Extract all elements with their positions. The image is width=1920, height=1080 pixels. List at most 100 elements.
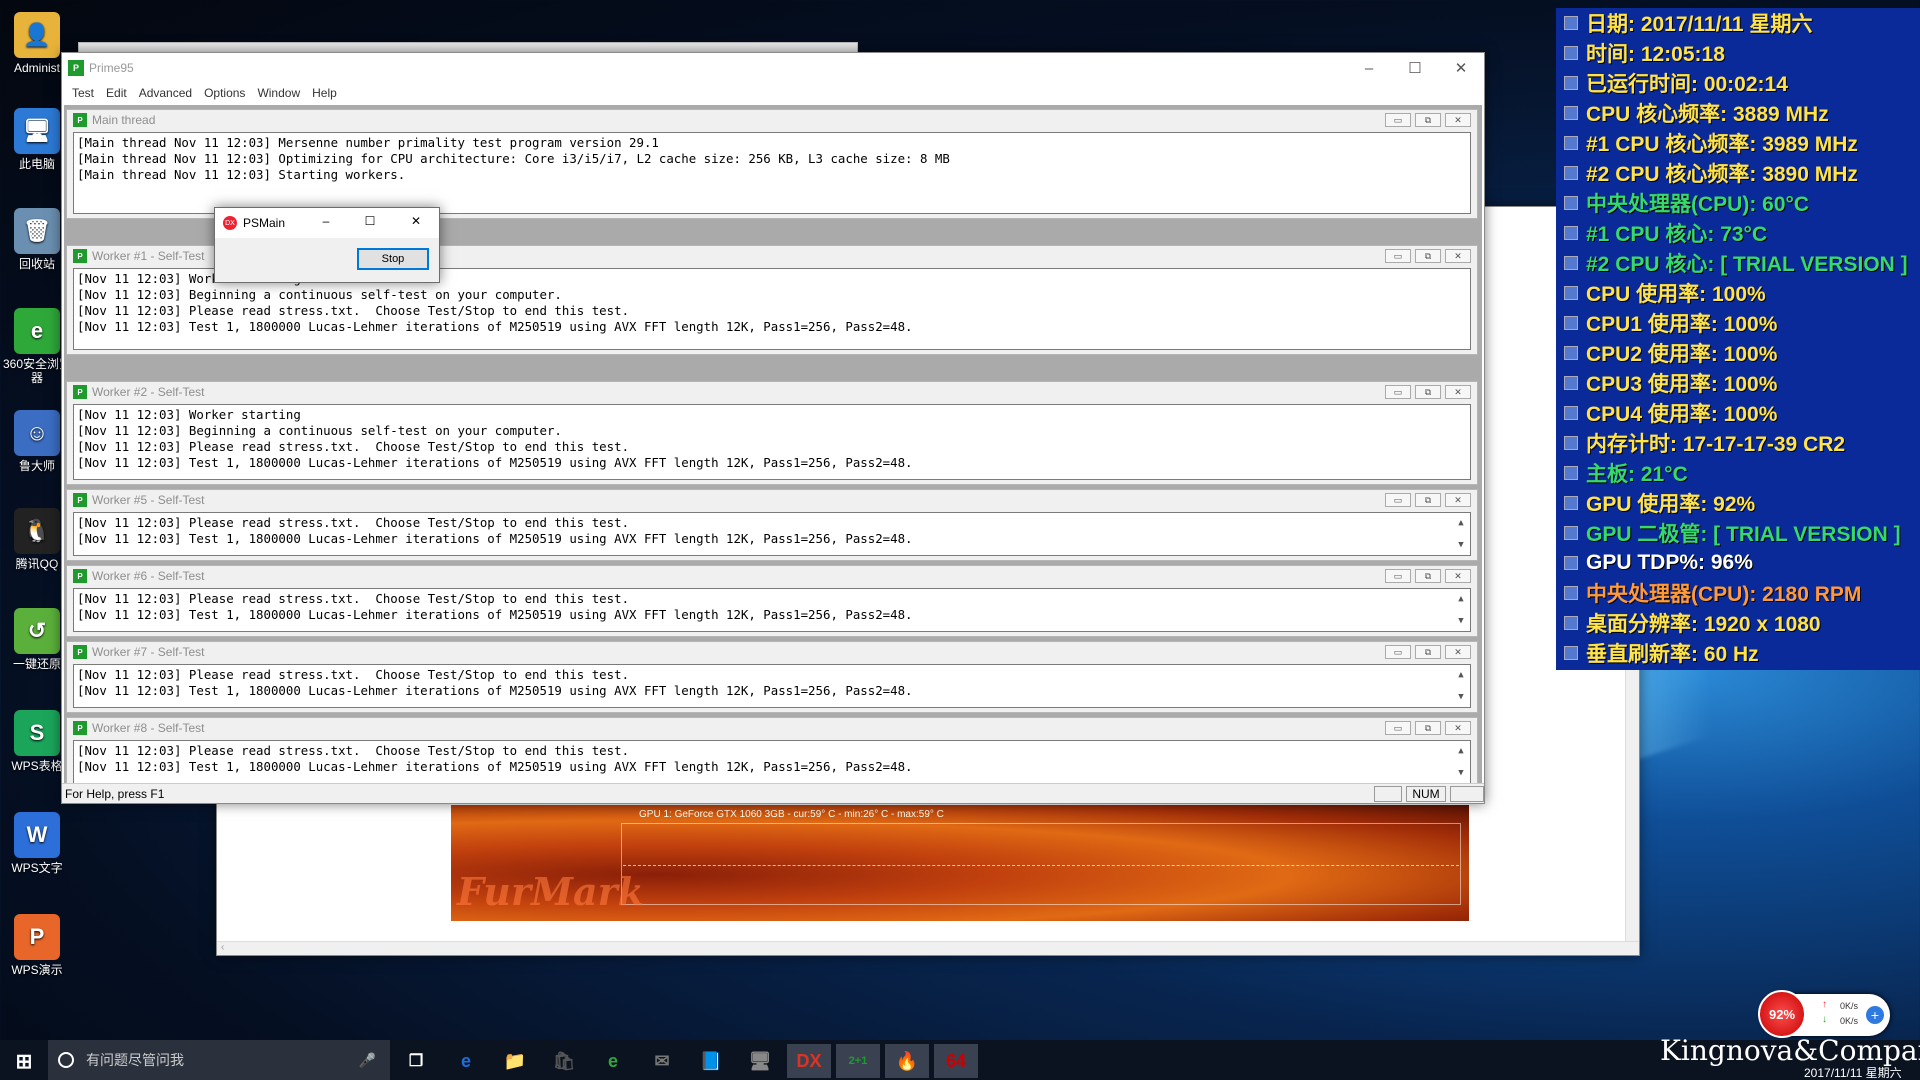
psmain-minimize-button[interactable]: – (311, 214, 341, 228)
thread-minimize-button[interactable]: ▭ (1385, 113, 1411, 127)
thread-window[interactable]: P Worker #6 - Self-Test ▭ ⧉ ✕ [Nov 11 12:03… (66, 565, 1478, 637)
search-box[interactable]: 有问题尽管问我 🎤 (48, 1040, 390, 1080)
taskbar-app-button[interactable]: 🖥 (738, 1044, 782, 1078)
taskbar-app-button[interactable]: ✉ (640, 1044, 684, 1078)
thread-titlebar[interactable]: P Worker #8 - Self-Test ▭ ⧉ ✕ (67, 718, 1477, 738)
log-line: [Nov 11 12:03] Please read stress.txt. C… (77, 515, 630, 530)
osd-sensor-icon (1564, 436, 1578, 450)
thread-title: Worker #7 - Self-Test (92, 645, 205, 659)
thread-restore-button[interactable]: ⧉ (1415, 493, 1441, 507)
microphone-icon[interactable]: 🎤 (359, 1052, 376, 1069)
maximize-button[interactable]: ☐ (1392, 53, 1438, 83)
log-scrollbar[interactable]: ▲ ▼ (1454, 667, 1468, 705)
close-button[interactable]: ✕ (1438, 53, 1484, 83)
thread-restore-button[interactable]: ⧉ (1415, 645, 1441, 659)
menu-help[interactable]: Help (306, 86, 343, 100)
psmain-dialog[interactable]: DX PSMain – ☐ ✕ Stop (214, 207, 440, 283)
thread-window[interactable]: P Worker #5 - Self-Test ▭ ⧉ ✕ [Nov 11 12:03… (66, 489, 1478, 561)
scroll-up-icon[interactable]: ▲ (1458, 743, 1463, 759)
thread-window[interactable]: P Worker #7 - Self-Test ▭ ⧉ ✕ [Nov 11 12:03… (66, 641, 1478, 713)
scroll-down-icon[interactable]: ▼ (1458, 537, 1463, 553)
thread-log[interactable]: [Nov 11 12:03] Please read stress.txt. C… (73, 588, 1471, 632)
task-view-button[interactable]: ❐ (394, 1044, 438, 1078)
scroll-up-icon[interactable]: ▲ (1458, 667, 1463, 683)
thread-minimize-button[interactable]: ▭ (1385, 645, 1411, 659)
scroll-up-icon[interactable]: ▲ (1458, 515, 1463, 531)
desktop-icon[interactable]: W WPS文字 (0, 812, 74, 875)
thread-minimize-button[interactable]: ▭ (1385, 721, 1411, 735)
thread-close-button[interactable]: ✕ (1445, 385, 1471, 399)
prime95-window[interactable]: P Prime95 – ☐ ✕ Test Edit Advanced Options W… (61, 52, 1485, 804)
thread-title: Worker #6 - Self-Test (92, 569, 205, 583)
taskbar-app-button[interactable]: 🛍 (542, 1044, 586, 1078)
start-button[interactable]: ⊞ (0, 1044, 48, 1078)
thread-close-button[interactable]: ✕ (1445, 113, 1471, 127)
thread-restore-button[interactable]: ⧉ (1415, 385, 1441, 399)
thread-window[interactable]: P Main thread ▭ ⧉ ✕ [Main thread Nov 11 12:… (66, 109, 1478, 219)
thread-log[interactable]: [Nov 11 12:03] Please read stress.txt. C… (73, 740, 1471, 784)
prime95-titlebar[interactable]: P Prime95 – ☐ ✕ (62, 53, 1484, 83)
thread-titlebar[interactable]: P Worker #5 - Self-Test ▭ ⧉ ✕ (67, 490, 1477, 510)
taskbar-app-button[interactable]: 📘 (689, 1044, 733, 1078)
taskbar-app-button[interactable]: e (444, 1044, 488, 1078)
taskbar-app-button[interactable]: 2+1 (836, 1044, 880, 1078)
menu-edit[interactable]: Edit (100, 86, 133, 100)
network-speed-widget[interactable]: 92% 0K/s 0K/s ↑ ↓ + (1758, 990, 1890, 1038)
thread-restore-button[interactable]: ⧉ (1415, 113, 1441, 127)
thread-titlebar[interactable]: P Worker #7 - Self-Test ▭ ⧉ ✕ (67, 642, 1477, 662)
thread-restore-button[interactable]: ⧉ (1415, 721, 1441, 735)
thread-minimize-button[interactable]: ▭ (1385, 249, 1411, 263)
log-scrollbar[interactable]: ▲ ▼ (1454, 743, 1468, 781)
thread-icon: P (73, 249, 87, 263)
log-scrollbar[interactable]: ▲ ▼ (1454, 591, 1468, 629)
thread-log[interactable]: [Main thread Nov 11 12:03] Mersenne numb… (73, 132, 1471, 214)
thread-close-button[interactable]: ✕ (1445, 569, 1471, 583)
status-pane-empty (1374, 785, 1402, 802)
thread-log[interactable]: [Nov 11 12:03] Please read stress.txt. C… (73, 664, 1471, 708)
thread-close-button[interactable]: ✕ (1445, 249, 1471, 263)
minimize-button[interactable]: – (1346, 53, 1392, 83)
thread-titlebar[interactable]: P Worker #6 - Self-Test ▭ ⧉ ✕ (67, 566, 1477, 586)
thread-log[interactable]: [Nov 11 12:03] Please read stress.txt. C… (73, 512, 1471, 556)
scroll-down-icon[interactable]: ▼ (1458, 765, 1463, 781)
menu-options[interactable]: Options (198, 86, 251, 100)
menu-window[interactable]: Window (251, 86, 306, 100)
thread-close-button[interactable]: ✕ (1445, 645, 1471, 659)
network-add-icon[interactable]: + (1866, 1006, 1884, 1024)
thread-titlebar[interactable]: P Main thread ▭ ⧉ ✕ (67, 110, 1477, 130)
osd-row: CPU3 使用率: 100% (1556, 368, 1920, 398)
thread-close-button[interactable]: ✕ (1445, 721, 1471, 735)
scroll-down-icon[interactable]: ▼ (1458, 689, 1463, 705)
psmain-maximize-button[interactable]: ☐ (355, 214, 385, 228)
thread-close-button[interactable]: ✕ (1445, 493, 1471, 507)
psmain-stop-button[interactable]: Stop (357, 248, 429, 270)
osd-row: 时间: 12:05:18 (1556, 38, 1920, 68)
taskbar-app-icon: 🖥 (748, 1050, 772, 1071)
scroll-up-icon[interactable]: ▲ (1458, 591, 1463, 607)
taskbar-app-button[interactable]: 📁 (493, 1044, 537, 1078)
thread-titlebar[interactable]: P Worker #2 - Self-Test ▭ ⧉ ✕ (67, 382, 1477, 402)
clock-date[interactable]: 2017/11/11 星期六 (1804, 1064, 1902, 1080)
osd-row: #2 CPU 核心: [ TRIAL VERSION ] (1556, 248, 1920, 278)
taskbar-app-button[interactable]: e (591, 1044, 635, 1078)
thread-minimize-button[interactable]: ▭ (1385, 569, 1411, 583)
thread-minimize-button[interactable]: ▭ (1385, 493, 1411, 507)
desktop-icon[interactable]: P WPS演示 (0, 914, 74, 977)
menu-test[interactable]: Test (66, 86, 100, 100)
scroll-down-icon[interactable]: ▼ (1458, 613, 1463, 629)
thread-minimize-button[interactable]: ▭ (1385, 385, 1411, 399)
log-scrollbar[interactable]: ▲ ▼ (1454, 515, 1468, 553)
taskbar-app-button[interactable]: DX (787, 1044, 831, 1078)
thread-window[interactable]: P Worker #8 - Self-Test ▭ ⧉ ✕ [Nov 11 12:03… (66, 717, 1478, 789)
furmark-scrollbar-bottom[interactable]: ‹ (217, 941, 1639, 955)
thread-window[interactable]: P Worker #2 - Self-Test ▭ ⧉ ✕ [Nov 11 12:03… (66, 381, 1478, 485)
thread-restore-button[interactable]: ⧉ (1415, 569, 1441, 583)
psmain-titlebar[interactable]: DX PSMain – ☐ ✕ (215, 208, 439, 238)
osd-row: 日期: 2017/11/11 星期六 (1556, 8, 1920, 38)
thread-log[interactable]: [Nov 11 12:03] Worker starting [Nov 11 12… (73, 404, 1471, 480)
menu-advanced[interactable]: Advanced (133, 86, 198, 100)
taskbar-app-button[interactable]: 🔥 (885, 1044, 929, 1078)
taskbar-app-button[interactable]: 64 (934, 1044, 978, 1078)
psmain-close-button[interactable]: ✕ (401, 214, 431, 228)
thread-restore-button[interactable]: ⧉ (1415, 249, 1441, 263)
